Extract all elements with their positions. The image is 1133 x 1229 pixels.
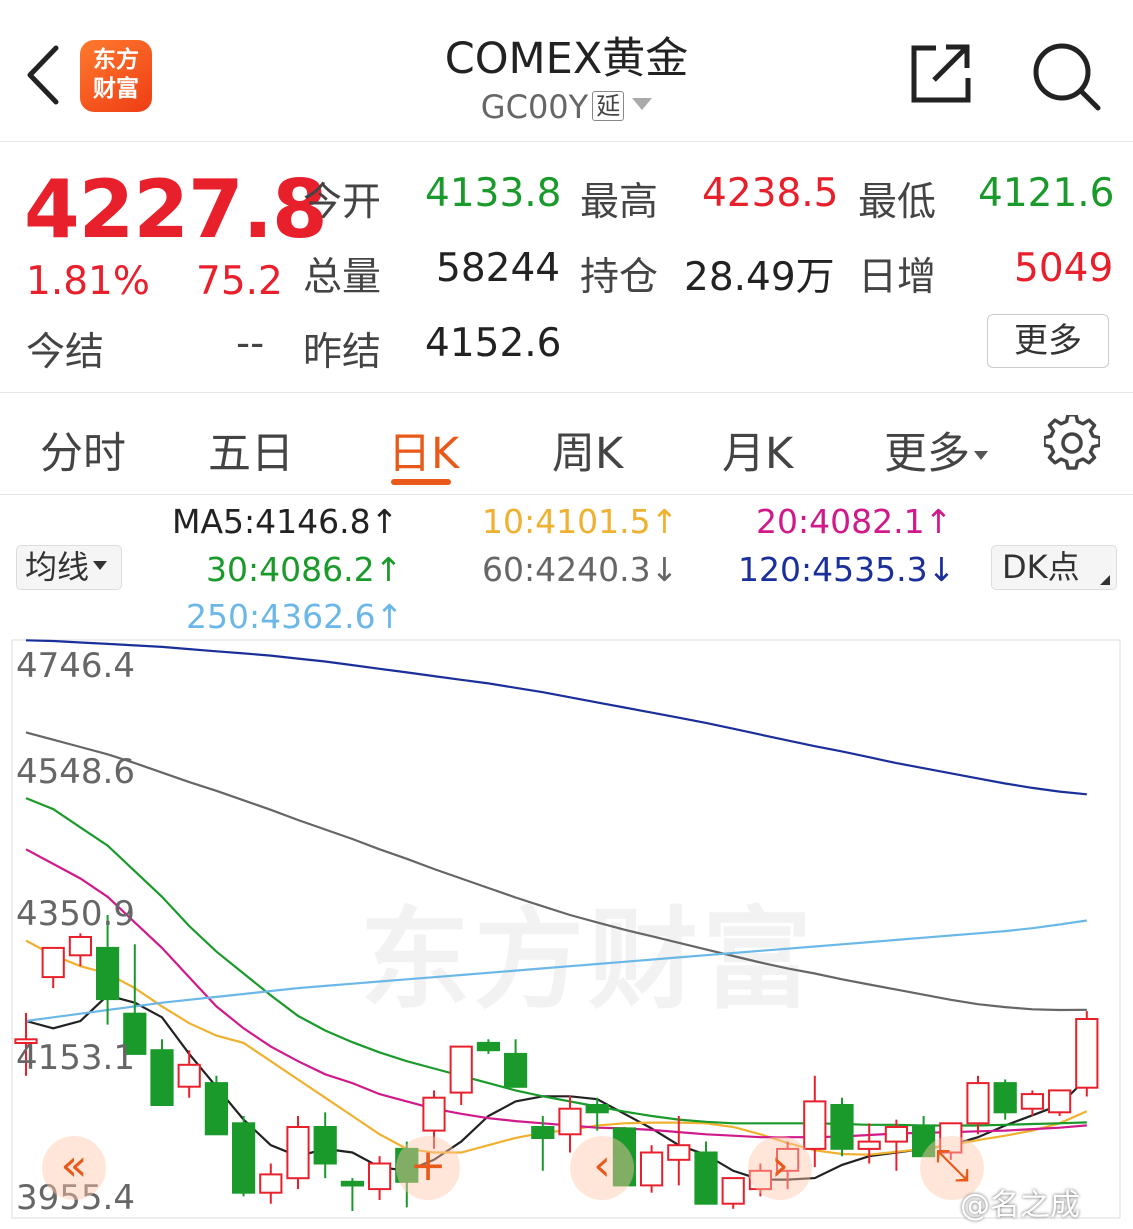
candle-up: [803, 1100, 827, 1150]
settle-value: --: [236, 321, 265, 366]
settle-label: 今结: [26, 330, 105, 375]
ma30-value: 30:4086.2↑: [206, 550, 403, 589]
y-tick-label: 4350.9: [16, 894, 135, 934]
ma-line-250: [25, 919, 1087, 1023]
candle-down: [830, 1104, 854, 1150]
more-quote-button[interactable]: 更多: [987, 314, 1109, 368]
ma5-value: MA5:4146.8↑: [172, 502, 399, 541]
search-icon[interactable]: [1030, 40, 1102, 112]
tab-daily-k[interactable]: 日K: [388, 419, 459, 481]
dropdown-icon: [974, 451, 988, 460]
quote-panel: 4227.8 1.81% 75.2 今结 -- 今开 4133.8 最高 423…: [0, 143, 1133, 393]
prev-settle-label: 昨结: [303, 330, 382, 375]
ma-selector-label: 均线: [25, 548, 90, 586]
candle-up: [966, 1082, 990, 1125]
candle-up: [1048, 1089, 1072, 1114]
candle-up: [667, 1144, 691, 1161]
share-icon[interactable]: [910, 42, 972, 104]
candle-up: [1075, 1018, 1099, 1089]
jump-to-start-button[interactable]: «: [42, 1136, 106, 1200]
last-price: 4227.8: [24, 163, 328, 256]
prev-settle-value: 4152.6: [425, 321, 562, 366]
scroll-left-button[interactable]: ‹: [570, 1136, 634, 1200]
high-value: 4238.5: [702, 171, 839, 216]
ma120-value: 120:4535.3↓: [738, 550, 956, 589]
tab-intraday[interactable]: 分时: [40, 419, 126, 481]
zoom-in-button[interactable]: +: [396, 1136, 460, 1200]
period-tabs: 分时 五日 日K 周K 月K 更多: [0, 393, 1133, 495]
tab-more[interactable]: 更多: [884, 419, 988, 481]
active-tab-indicator: [391, 479, 451, 485]
tab-monthly-k[interactable]: 月K: [722, 419, 793, 481]
candle-down: [694, 1151, 718, 1205]
top-bar: 东方 财富 COMEX黄金 GC00Y 延: [0, 0, 1133, 142]
open-interest-label: 持仓: [580, 255, 659, 300]
candle-up: [1020, 1093, 1044, 1110]
candle-up: [259, 1173, 283, 1194]
candle-up: [640, 1151, 664, 1187]
dropdown-icon: [93, 561, 108, 570]
volume-label: 总量: [303, 255, 382, 300]
kline-chart[interactable]: 东方财富 4746.4 4548.6 4350.9 4153.1 3955.4 …: [0, 630, 1133, 1229]
candle-up: [721, 1177, 745, 1205]
open-interest-value: 28.49万: [684, 255, 835, 300]
delay-badge: 延: [592, 91, 625, 121]
candle-up: [286, 1126, 310, 1180]
candle-up: [884, 1126, 908, 1143]
y-tick-label: 4746.4: [16, 646, 135, 686]
candle-down: [993, 1082, 1017, 1114]
candle-up: [422, 1096, 446, 1132]
candle-up: [68, 936, 93, 957]
candle-up: [558, 1107, 582, 1136]
candle-down: [204, 1082, 229, 1136]
ma10-value: 10:4101.5↑: [482, 502, 679, 541]
candle-up: [177, 1063, 201, 1088]
open-label: 今开: [303, 180, 382, 225]
ma60-value: 60:4240.3↓: [482, 550, 679, 589]
ma-line-120: [25, 639, 1087, 796]
candle-down: [150, 1049, 174, 1107]
tab-five-day[interactable]: 五日: [208, 419, 294, 481]
scroll-right-button[interactable]: ›: [748, 1136, 812, 1200]
volume-value: 58244: [436, 246, 561, 291]
candle-down: [96, 946, 120, 1001]
open-value: 4133.8: [425, 171, 562, 216]
candle-down: [585, 1104, 609, 1114]
candle-down: [340, 1180, 364, 1187]
candle-up: [368, 1162, 392, 1191]
y-tick-label: 4548.6: [16, 752, 135, 792]
high-label: 最高: [580, 180, 659, 225]
y-tick-label: 4153.1: [16, 1038, 135, 1078]
ma-selector[interactable]: 均线: [16, 545, 122, 590]
tab-weekly-k[interactable]: 周K: [552, 419, 623, 481]
low-label: 最低: [858, 180, 937, 225]
change-value: 75.2: [196, 259, 283, 304]
candle-down: [232, 1122, 256, 1194]
dropdown-icon: [632, 98, 653, 110]
gear-icon[interactable]: [1044, 415, 1100, 471]
daily-increase-label: 日增: [858, 255, 937, 300]
dk-point-button[interactable]: DK点: [991, 545, 1117, 590]
candle-down: [313, 1126, 337, 1165]
candle-up: [41, 946, 65, 979]
candle-down: [531, 1126, 555, 1139]
ma-line-20: [25, 848, 1087, 1139]
candle-up: [857, 1140, 881, 1150]
low-value: 4121.6: [978, 171, 1115, 216]
tab-more-label: 更多: [884, 429, 970, 479]
ma20-value: 20:4082.1↑: [756, 502, 953, 541]
candle-up: [449, 1045, 473, 1094]
symbol-code: GC00Y: [480, 88, 589, 126]
daily-increase-value: 5049: [1014, 246, 1114, 291]
candle-down: [476, 1041, 500, 1052]
corner-icon: [1100, 575, 1110, 585]
candle-down: [504, 1052, 528, 1088]
credit-watermark: @名之成: [960, 1188, 1080, 1223]
dk-point-label: DK点: [1002, 548, 1080, 586]
change-percent: 1.81%: [26, 259, 150, 304]
